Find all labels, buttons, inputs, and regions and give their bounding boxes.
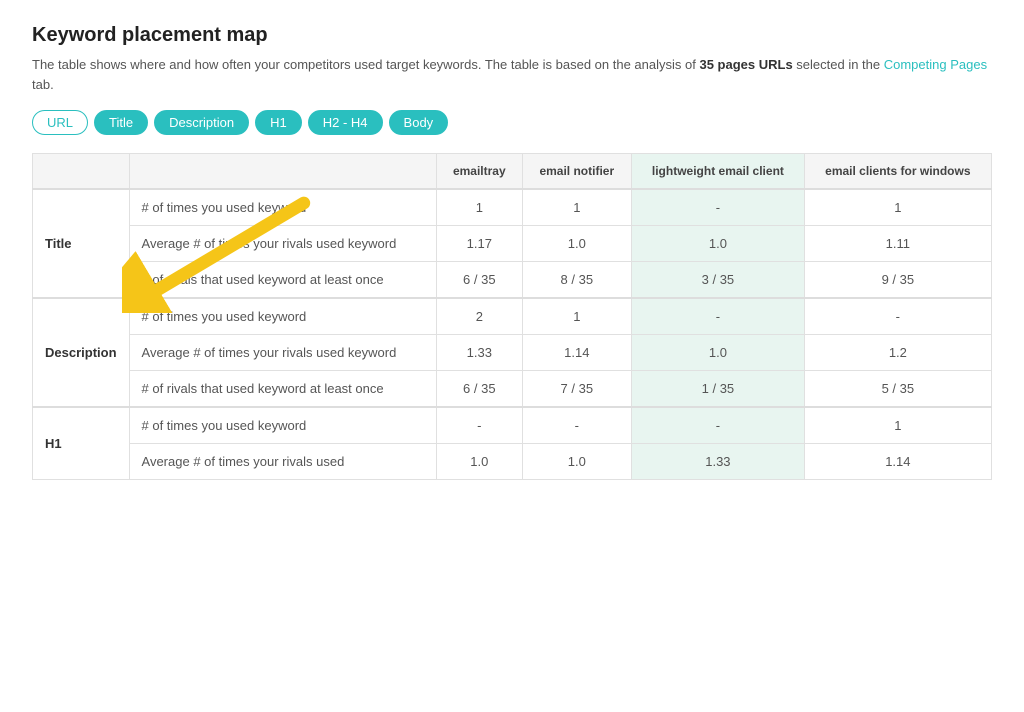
value-cell-highlight: - [632,407,805,444]
value-cell: 1 [804,189,991,226]
metric-label: # of rivals that used keyword at least o… [129,262,437,299]
table-row: Average # of times your rivals used keyw… [33,226,992,262]
table-row: Description # of times you used keyword … [33,298,992,335]
col-header-lightweight-email: lightweight email client [632,154,805,190]
filter-tab-h2h4[interactable]: H2 - H4 [308,110,383,135]
value-cell: 1 [804,407,991,444]
filter-tabs: URL Title Description H1 H2 - H4 Body [32,110,992,135]
section-label-description: Description [33,298,130,407]
table-row: # of rivals that used keyword at least o… [33,262,992,299]
value-cell: 1.17 [437,226,522,262]
metric-label: # of times you used keyword [129,189,437,226]
col-header-email-notifier: email notifier [522,154,632,190]
col-header-emailtray: emailtray [437,154,522,190]
value-cell: 1.11 [804,226,991,262]
filter-tab-body[interactable]: Body [389,110,449,135]
metric-label: Average # of times your rivals used keyw… [129,226,437,262]
section-label-title: Title [33,189,130,298]
value-cell-highlight: 1.0 [632,335,805,371]
value-cell: 9 / 35 [804,262,991,299]
value-cell: 6 / 35 [437,262,522,299]
value-cell: 6 / 35 [437,371,522,408]
filter-tab-h1[interactable]: H1 [255,110,302,135]
section-label-h1: H1 [33,407,130,480]
keyword-table: emailtray email notifier lightweight ema… [32,153,992,480]
page-description: The table shows where and how often your… [32,55,992,94]
value-cell: - [522,407,632,444]
metric-label: # of rivals that used keyword at least o… [129,371,437,408]
value-cell: - [804,298,991,335]
metric-label: Average # of times your rivals used [129,444,437,480]
value-cell: 1.0 [437,444,522,480]
value-cell: 1 [522,298,632,335]
value-cell-highlight: 1.0 [632,226,805,262]
value-cell: 7 / 35 [522,371,632,408]
value-cell: 1 [437,189,522,226]
table-row: # of rivals that used keyword at least o… [33,371,992,408]
value-cell-highlight: 1.33 [632,444,805,480]
metric-label: Average # of times your rivals used keyw… [129,335,437,371]
table-row: Average # of times your rivals used keyw… [33,335,992,371]
metric-label: # of times you used keyword [129,407,437,444]
filter-tab-url[interactable]: URL [32,110,88,135]
value-cell: 1.14 [804,444,991,480]
filter-tab-description[interactable]: Description [154,110,249,135]
value-cell: 8 / 35 [522,262,632,299]
metric-label: # of times you used keyword [129,298,437,335]
value-cell: 1.0 [522,226,632,262]
value-cell: 1 [522,189,632,226]
value-cell: 1.14 [522,335,632,371]
table-row: Title # of times you used keyword 1 1 - … [33,189,992,226]
page-title: Keyword placement map [32,24,992,47]
value-cell: 1.0 [522,444,632,480]
value-cell: 5 / 35 [804,371,991,408]
col-header-metric [129,154,437,190]
filter-tab-title[interactable]: Title [94,110,148,135]
value-cell-highlight: 1 / 35 [632,371,805,408]
value-cell-highlight: - [632,189,805,226]
table-row: Average # of times your rivals used 1.0 … [33,444,992,480]
value-cell: - [437,407,522,444]
col-header-email-clients-windows: email clients for windows [804,154,991,190]
value-cell: 1.33 [437,335,522,371]
col-header-section [33,154,130,190]
content-area: emailtray email notifier lightweight ema… [32,153,992,480]
table-row: H1 # of times you used keyword - - - 1 [33,407,992,444]
value-cell-highlight: 3 / 35 [632,262,805,299]
value-cell: 2 [437,298,522,335]
value-cell: 1.2 [804,335,991,371]
competing-pages-link[interactable]: Competing Pages [884,57,987,72]
value-cell-highlight: - [632,298,805,335]
